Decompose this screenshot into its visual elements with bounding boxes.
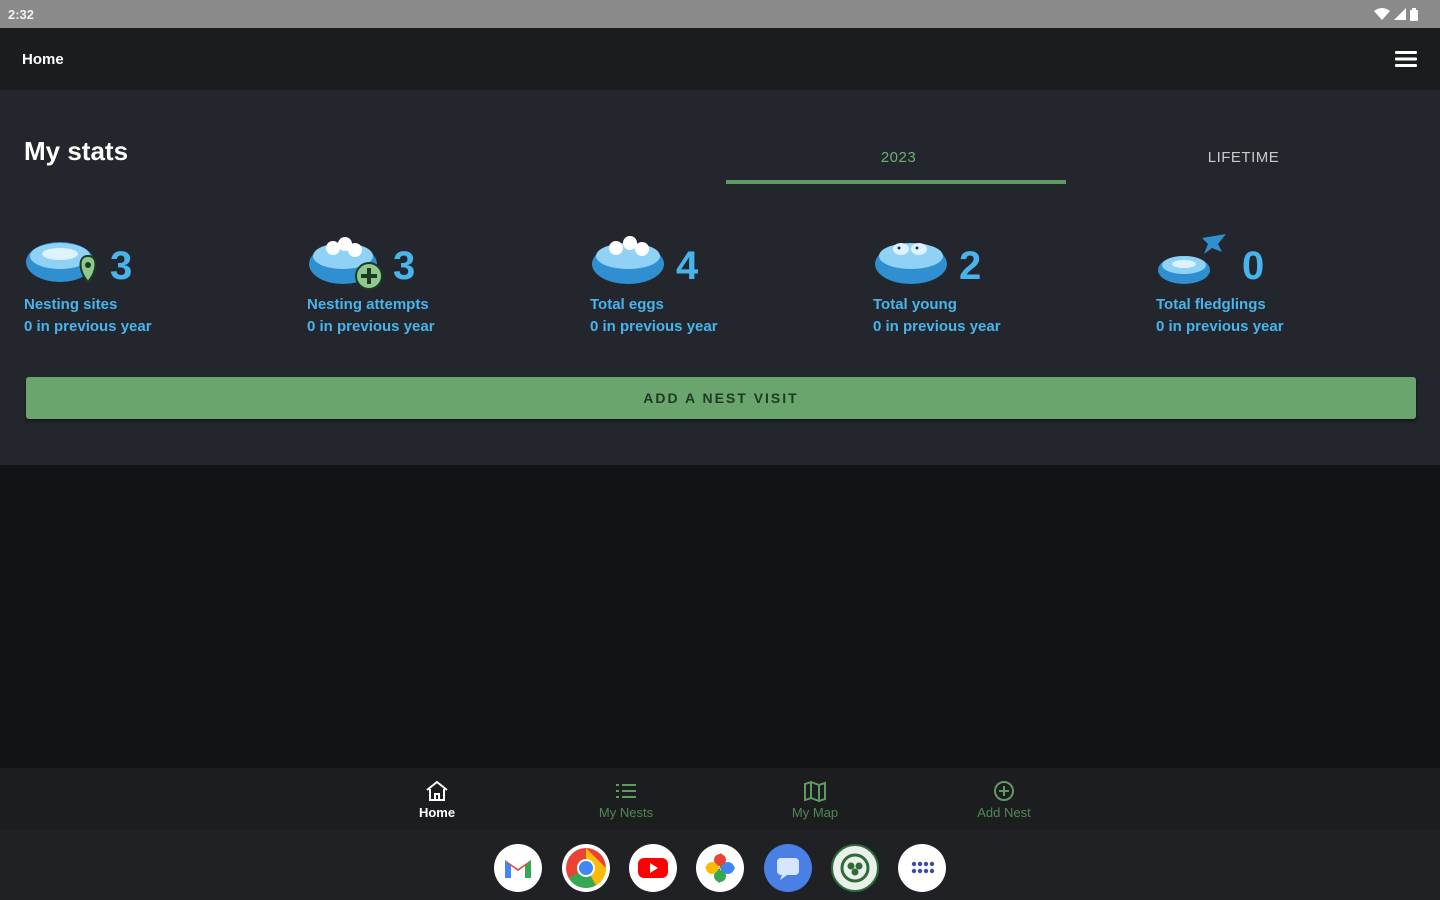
stat-previous: 0 in previous year — [1156, 318, 1284, 335]
menu-button[interactable] — [1392, 45, 1420, 73]
signal-icon — [1394, 8, 1406, 20]
app-dock — [0, 830, 1440, 900]
bottom-navigation: Home My Nests My Map Add Nest — [0, 768, 1440, 830]
status-icons — [1374, 7, 1418, 21]
add-nest-visit-button[interactable]: ADD A NEST VISIT — [26, 377, 1416, 419]
stat-total-eggs: 4 Total eggs 0 in previous year — [590, 230, 850, 350]
stat-label: Nesting sites — [24, 296, 118, 313]
youtube-app[interactable] — [629, 844, 677, 892]
messages-icon — [777, 858, 799, 880]
stat-previous: 0 in previous year — [24, 318, 152, 335]
nest-eggs-icon — [592, 236, 664, 284]
app-bar: Home — [0, 28, 1440, 90]
tab-lifetime[interactable]: LIFETIME — [1071, 130, 1416, 184]
nest-location-icon — [26, 242, 97, 284]
stat-value: 4 — [676, 244, 699, 288]
nav-add-nest[interactable]: Add Nest — [924, 768, 1084, 830]
stat-value: 3 — [393, 244, 416, 288]
tab-2023[interactable]: 2023 — [726, 130, 1071, 184]
page-title: Home — [22, 50, 64, 68]
photos-icon — [705, 853, 735, 883]
stat-label: Total eggs — [590, 296, 664, 313]
messages-app[interactable] — [764, 844, 812, 892]
stats-panel: My stats 2023 LIFETIME 3 Nesting sites 0… — [0, 90, 1440, 465]
gmail-app[interactable] — [494, 844, 542, 892]
list-icon — [616, 783, 636, 798]
chrome-icon — [566, 848, 606, 888]
wifi-icon — [1374, 8, 1390, 20]
add-circle-icon — [994, 780, 1014, 801]
stat-previous: 0 in previous year — [307, 318, 435, 335]
stat-previous: 0 in previous year — [873, 318, 1001, 335]
nav-label: My Nests — [598, 804, 654, 820]
chrome-app[interactable] — [562, 844, 610, 892]
nestwatch-icon — [840, 853, 870, 883]
battery-icon — [1410, 7, 1418, 21]
stat-total-young: 2 Total young 0 in previous year — [873, 230, 1133, 350]
nav-label: Add Nest — [977, 804, 1031, 820]
gmail-icon — [505, 860, 531, 878]
hamburger-menu-icon — [1395, 51, 1417, 67]
status-time: 2:32 — [8, 6, 35, 22]
stat-value: 2 — [959, 244, 982, 288]
nest-add-eggs-icon — [309, 237, 383, 290]
stats-tabs: 2023 LIFETIME — [726, 130, 1416, 184]
youtube-icon — [638, 858, 668, 878]
stat-label: Nesting attempts — [307, 296, 429, 313]
map-icon — [804, 780, 826, 802]
nav-my-nests[interactable]: My Nests — [546, 768, 706, 830]
stats-row: 3 Nesting sites 0 in previous year 3 Nes… — [24, 230, 1424, 350]
nav-my-map[interactable]: My Map — [735, 768, 895, 830]
stat-nesting-attempts: 3 Nesting attempts 0 in previous year — [307, 230, 567, 350]
stat-label: Total young — [873, 296, 957, 313]
stat-nesting-sites: 3 Nesting sites 0 in previous year — [24, 230, 284, 350]
nestwatch-app[interactable] — [831, 844, 879, 892]
nav-label: Home — [418, 804, 456, 820]
nest-young-icon — [875, 243, 947, 284]
stat-value: 3 — [110, 244, 133, 288]
app-drawer-icon — [911, 861, 934, 874]
status-bar: 2:32 — [0, 0, 1440, 28]
stat-total-fledglings: 0 Total fledglings 0 in previous year — [1156, 230, 1416, 350]
photos-app[interactable] — [696, 844, 744, 892]
nav-home[interactable]: Home — [357, 768, 517, 830]
nest-fledgling-icon — [1158, 234, 1226, 284]
stat-label: Total fledglings — [1156, 296, 1266, 313]
stat-value: 0 — [1242, 244, 1265, 288]
stat-previous: 0 in previous year — [590, 318, 718, 335]
home-icon — [426, 780, 448, 801]
stats-title: My stats — [24, 136, 129, 166]
app-drawer[interactable] — [898, 844, 946, 892]
nav-label: My Map — [791, 804, 839, 820]
